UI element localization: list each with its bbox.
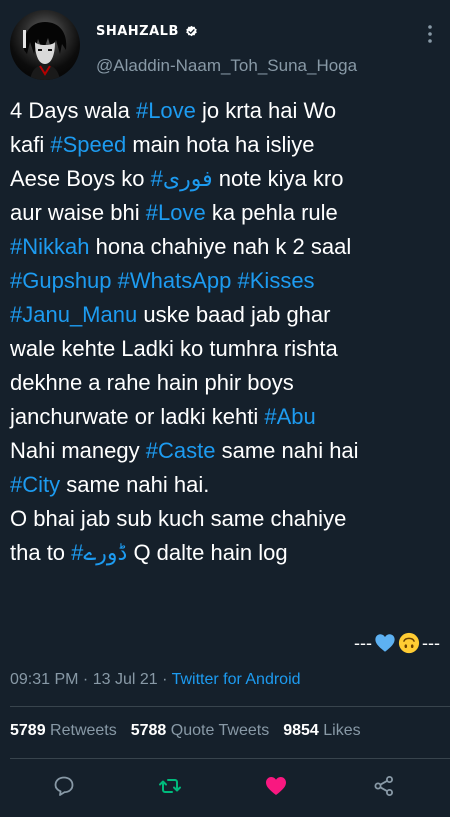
hashtag-link[interactable]: #Speed: [50, 132, 126, 157]
tweet-text-segment: jo krta hai Wo: [195, 98, 337, 123]
hashtag-link[interactable]: #ڈورے: [71, 540, 127, 565]
hashtag-link[interactable]: #Gupshup: [10, 268, 112, 293]
tweet-text-segment: wale kehte Ladki ko tumhra rishta: [10, 336, 338, 361]
retweet-icon[interactable]: [158, 774, 182, 798]
tweet-text-segment: uske baad jab ghar: [137, 302, 331, 327]
reply-icon[interactable]: [52, 774, 76, 798]
tweet-line: Aese Boys ko #فوری note kiya kro: [10, 162, 446, 196]
divider: [10, 706, 450, 707]
tweet-time[interactable]: 09:31 PM: [10, 671, 78, 688]
tweet-text-segment: kafi: [10, 132, 51, 157]
hashtag-link[interactable]: #Janu_Manu: [10, 302, 137, 327]
tweet-text-segment: 4 Days wala: [10, 98, 136, 123]
quote-tweets-label: Quote Tweets: [166, 722, 270, 739]
tweet-line: #Nikkah hona chahiye nah k 2 saal: [10, 230, 446, 264]
tweet-text-segment: note kiya kro: [212, 166, 344, 191]
signoff-dashes-left: ---: [354, 633, 373, 653]
blue-heart-icon: [375, 634, 395, 652]
tweet-text-segment: main hota ha isliye: [126, 132, 315, 157]
tweet-signoff: --- ---: [354, 630, 440, 656]
retweets-count: 5789: [10, 722, 46, 739]
tweet-line: #Gupshup #WhatsApp #Kisses: [10, 264, 446, 298]
quote-tweets-stat[interactable]: 5788 Quote Tweets: [131, 722, 269, 740]
meta-separator: ·: [157, 671, 172, 688]
likes-label: Likes: [318, 722, 361, 739]
avatar[interactable]: [10, 10, 80, 80]
likes-count: 9854: [283, 722, 319, 739]
tweet-text-segment: Q dalte hain log: [127, 540, 288, 565]
tweet-line: 4 Days wala #Love jo krta hai Wo: [10, 94, 446, 128]
tweet-header: SHAHZALB @Aladdin-Naam_Toh_Suna_Hoga: [0, 0, 450, 84]
user-handle[interactable]: @Aladdin-Naam_Toh_Suna_Hoga: [96, 56, 357, 76]
meta-separator: ·: [78, 671, 93, 688]
likes-stat[interactable]: 9854 Likes: [283, 722, 360, 740]
tweet-line: #City same nahi hai.: [10, 468, 446, 502]
tweet-line: Nahi manegy #Caste same nahi hai: [10, 434, 446, 468]
more-options-icon[interactable]: [426, 24, 434, 44]
tweet-text-segment: aur waise bhi: [10, 200, 146, 225]
tweet-text-segment: hona chahiye nah k 2 saal: [89, 234, 352, 259]
hashtag-link[interactable]: #Kisses: [238, 268, 315, 293]
share-icon[interactable]: [372, 774, 396, 798]
tweet-line: kafi #Speed main hota ha isliye: [10, 128, 446, 162]
tweet-stats: 5789 Retweets 5788 Quote Tweets 9854 Lik…: [10, 722, 361, 740]
tweet-text-segment: same nahi hai.: [60, 472, 210, 497]
tweet-line: tha to #ڈورے Q dalte hain log: [10, 536, 446, 570]
tweet-text-segment: tha to: [10, 540, 72, 565]
divider: [10, 758, 450, 759]
hashtag-link[interactable]: #Love: [136, 98, 196, 123]
tweet-text-segment: dekhne a rahe hain phir boys: [10, 370, 294, 395]
tweet-text: 4 Days wala #Love jo krta hai Wo kafi #Sp…: [10, 94, 446, 570]
retweets-stat[interactable]: 5789 Retweets: [10, 722, 117, 740]
hashtag-link[interactable]: #Nikkah: [10, 234, 89, 259]
verified-badge-icon: [186, 25, 197, 37]
hashtag-link[interactable]: #WhatsApp: [118, 268, 232, 293]
display-name[interactable]: SHAHZALB: [96, 24, 179, 39]
hashtag-link[interactable]: #Love: [146, 200, 206, 225]
tweet-line: O bhai jab sub kuch same chahiye: [10, 502, 446, 536]
tweet-text-segment: O bhai jab sub kuch same chahiye: [10, 506, 347, 531]
tweet-text-segment: ka pehla rule: [205, 200, 338, 225]
hashtag-link[interactable]: #فوری: [151, 166, 213, 191]
avatar-image: [23, 22, 67, 80]
quote-tweets-count: 5788: [130, 722, 167, 739]
like-icon[interactable]: [264, 774, 288, 798]
tweet-source-link[interactable]: Twitter for Android: [172, 671, 301, 688]
tweet-line: janchurwate or ladki kehti #Abu: [10, 400, 446, 434]
tweet-line: dekhne a rahe hain phir boys: [10, 366, 446, 400]
tweet-line: aur waise bhi #Love ka pehla rule: [10, 196, 446, 230]
tweet-text-segment: Aese Boys ko: [10, 166, 151, 191]
tweet-text-segment: janchurwate or ladki kehti: [10, 404, 265, 429]
upside-down-face-icon: [398, 632, 420, 654]
hashtag-link[interactable]: #City: [10, 472, 60, 497]
tweet-date[interactable]: 13 Jul 21: [93, 671, 158, 688]
retweets-label: Retweets: [45, 722, 117, 739]
tweet-actions-bar: [0, 766, 450, 806]
tweet-text-segment: Nahi manegy: [10, 438, 146, 463]
tweet-line: #Janu_Manu uske baad jab ghar: [10, 298, 446, 332]
tweet-meta: 09:31 PM · 13 Jul 21 · Twitter for Andro…: [10, 671, 301, 689]
hashtag-link[interactable]: #Caste: [146, 438, 216, 463]
tweet-line: wale kehte Ladki ko tumhra rishta: [10, 332, 446, 366]
hashtag-link[interactable]: #Abu: [264, 404, 315, 429]
tweet-text-segment: same nahi hai: [215, 438, 359, 463]
signoff-dashes-right: ---: [422, 633, 440, 653]
